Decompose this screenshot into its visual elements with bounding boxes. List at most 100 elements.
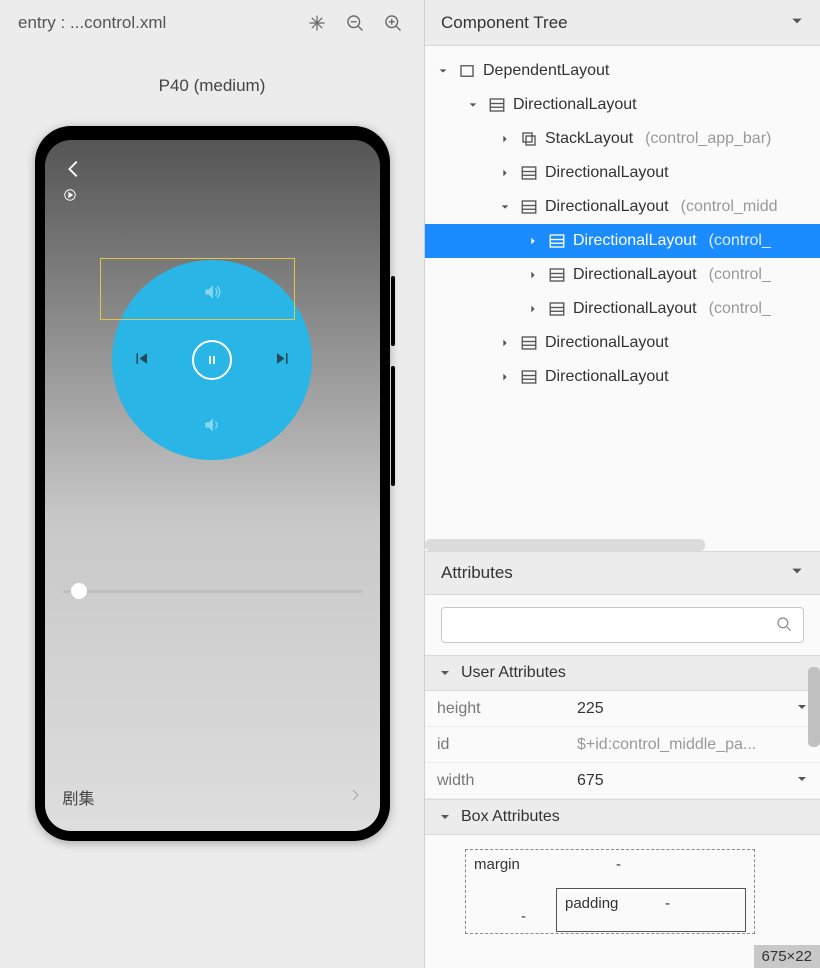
tree-expand-icon[interactable]: [525, 304, 541, 314]
attributes-header[interactable]: Attributes: [425, 551, 820, 595]
tree-node-id: (control_: [709, 266, 771, 284]
attribute-row[interactable]: width675: [425, 763, 820, 799]
control-wheel[interactable]: [112, 260, 312, 460]
zoom-out-icon[interactable]: [342, 10, 368, 36]
episodes-label: 剧集: [63, 785, 95, 809]
episodes-row[interactable]: 剧集: [63, 785, 362, 809]
tree-expand-icon[interactable]: [497, 168, 513, 178]
collapse-icon[interactable]: [790, 563, 804, 583]
tree-expand-icon[interactable]: [525, 270, 541, 280]
chevron-down-icon: [439, 811, 451, 823]
dimensions-badge: 675×22: [754, 945, 820, 968]
tree-expand-icon[interactable]: [525, 236, 541, 246]
tree-node[interactable]: DirectionalLayout: [425, 326, 820, 360]
pause-icon[interactable]: [192, 340, 232, 380]
tree-expand-icon[interactable]: [497, 338, 513, 348]
tree-node-label: DirectionalLayout: [545, 198, 669, 216]
attribute-row[interactable]: id$+id:control_middle_pa...: [425, 727, 820, 763]
component-tree-header[interactable]: Component Tree: [425, 0, 820, 46]
attribute-row[interactable]: height225: [425, 691, 820, 727]
layout-icon: [519, 334, 539, 352]
zoom-in-icon[interactable]: [380, 10, 406, 36]
tree-expand-icon[interactable]: [465, 100, 481, 110]
file-title: entry : ...control.xml: [18, 13, 292, 33]
back-arrow-icon[interactable]: [63, 158, 85, 183]
user-attributes-label: User Attributes: [461, 664, 566, 682]
layout-icon: [547, 232, 567, 250]
play-ring-icon[interactable]: [63, 188, 77, 205]
tree-node[interactable]: DirectionalLayout: [425, 156, 820, 190]
margin-label: margin: [474, 856, 520, 873]
tree-node[interactable]: DependentLayout: [425, 54, 820, 88]
tree-node[interactable]: DirectionalLayout: [425, 88, 820, 122]
phone-screen[interactable]: 剧集: [45, 140, 380, 831]
attributes-search-input[interactable]: [441, 607, 804, 643]
layout-icon: [547, 300, 567, 318]
layout-icon: [547, 266, 567, 284]
margin-top-value: -: [616, 856, 621, 873]
phone-frame: 剧集: [35, 126, 390, 841]
collapse-icon[interactable]: [790, 13, 804, 33]
margin-box[interactable]: margin - - padding -: [465, 849, 755, 934]
padding-box[interactable]: padding -: [556, 888, 746, 932]
tree-expand-icon[interactable]: [497, 202, 513, 212]
slider-thumb[interactable]: [71, 583, 87, 599]
component-tree-title: Component Tree: [441, 13, 568, 33]
phone-side-button: [391, 366, 395, 486]
volume-down-icon[interactable]: [202, 415, 222, 438]
device-label: P40 (medium): [0, 76, 424, 96]
tree-node-label: DirectionalLayout: [573, 232, 697, 250]
tree-node[interactable]: DirectionalLayout (control_: [425, 292, 820, 326]
attribute-value[interactable]: $+id:control_middle_pa...: [577, 736, 808, 754]
chevron-down-icon[interactable]: [796, 700, 808, 718]
tree-node-label: DirectionalLayout: [573, 300, 697, 318]
tree-node[interactable]: DirectionalLayout: [425, 360, 820, 394]
attribute-value[interactable]: 675: [577, 772, 796, 790]
attribute-key: height: [437, 700, 577, 718]
attributes-body: User Attributes height225id$+id:control_…: [425, 595, 820, 968]
tree-node[interactable]: StackLayout (control_app_bar): [425, 122, 820, 156]
component-tree[interactable]: DependentLayout DirectionalLayout StackLay…: [425, 46, 820, 551]
layout-icon: [519, 164, 539, 182]
layout-icon: [519, 130, 539, 148]
layout-icon: [487, 96, 507, 114]
box-attributes-section[interactable]: Box Attributes: [425, 799, 820, 835]
volume-up-icon[interactable]: [202, 282, 222, 305]
tree-node-id: (control_app_bar): [645, 130, 771, 148]
chevron-down-icon[interactable]: [796, 772, 808, 790]
chevron-down-icon: [439, 667, 451, 679]
layout-icon: [457, 62, 477, 80]
tree-node-label: DirectionalLayout: [545, 164, 669, 182]
attribute-value[interactable]: 225: [577, 700, 796, 718]
preview-toolbar: entry : ...control.xml: [0, 0, 424, 46]
snowflake-icon[interactable]: [304, 10, 330, 36]
tree-node-label: DirectionalLayout: [513, 96, 637, 114]
padding-top-value: -: [665, 895, 670, 912]
tree-expand-icon[interactable]: [497, 134, 513, 144]
tree-node-label: DirectionalLayout: [545, 368, 669, 386]
tree-node-id: (control_midd: [681, 198, 778, 216]
layout-icon: [519, 198, 539, 216]
tree-expand-icon[interactable]: [497, 372, 513, 382]
inspector-panel: Component Tree DependentLayout Directiona…: [425, 0, 820, 968]
next-icon[interactable]: [274, 350, 292, 371]
tree-node-id: (control_: [709, 300, 771, 318]
progress-slider[interactable]: [63, 590, 362, 593]
layout-icon: [519, 368, 539, 386]
user-attributes-section[interactable]: User Attributes: [425, 655, 820, 691]
box-attributes-label: Box Attributes: [461, 808, 560, 826]
tree-node[interactable]: DirectionalLayout(control_: [425, 224, 820, 258]
attributes-title: Attributes: [441, 563, 513, 583]
horizontal-scrollbar[interactable]: [425, 539, 705, 551]
phone-preview: 剧集: [0, 126, 424, 968]
attribute-key: id: [437, 736, 577, 754]
margin-left-value: -: [521, 908, 526, 925]
tree-node[interactable]: DirectionalLayout (control_midd: [425, 190, 820, 224]
tree-node[interactable]: DirectionalLayout(control_: [425, 258, 820, 292]
attribute-key: width: [437, 772, 577, 790]
previous-icon[interactable]: [132, 350, 150, 371]
tree-expand-icon[interactable]: [435, 66, 451, 76]
tree-node-label: StackLayout: [545, 130, 633, 148]
tree-node-label: DependentLayout: [483, 62, 609, 80]
vertical-scrollbar[interactable]: [808, 667, 820, 747]
